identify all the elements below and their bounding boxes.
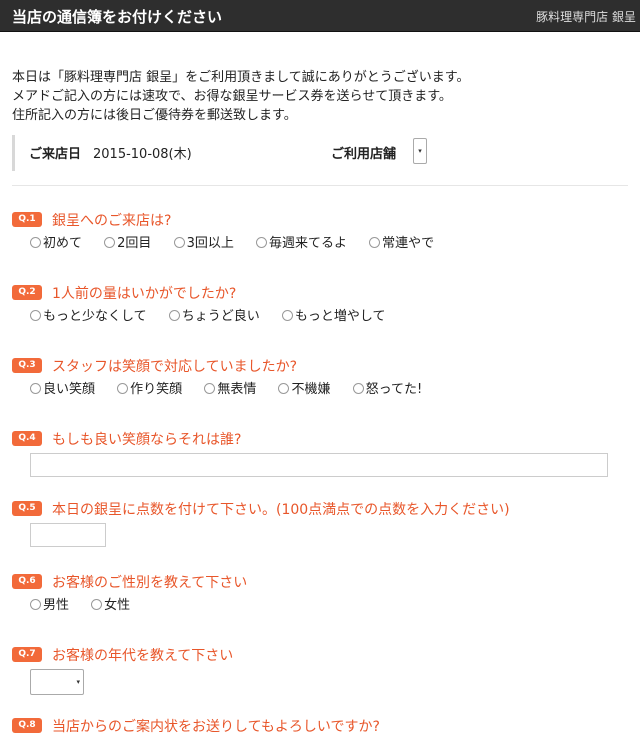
radio-option[interactable]: 無表情 <box>204 378 256 397</box>
radio-option[interactable]: 不機嫌 <box>278 378 330 397</box>
shop-name: 豚料理専門店 銀呈 <box>536 10 636 24</box>
chevron-down-icon: ▾ <box>76 678 80 686</box>
radio-option[interactable]: 男性 <box>30 594 69 613</box>
page-title: 当店の通信簿をお付けください <box>12 8 223 26</box>
question-badge: Q.5 <box>12 501 42 516</box>
radio-icon[interactable] <box>278 383 290 394</box>
option-label: 無表情 <box>217 382 257 397</box>
radio-icon[interactable] <box>91 599 103 610</box>
radio-icon[interactable] <box>281 310 293 321</box>
radio-option[interactable]: もっと増やして <box>281 305 386 324</box>
smile-staff-input[interactable] <box>30 453 608 477</box>
option-label: もっと少なくして <box>43 309 147 324</box>
option-label: 常連やで <box>382 236 435 251</box>
question-badge: Q.2 <box>12 285 42 300</box>
radio-option[interactable]: 2回目 <box>104 232 151 251</box>
question-badge: Q.8 <box>12 718 42 733</box>
question-text: 本日の銀呈に点数を付けて下さい。(100点満点での点数を入力ください) <box>52 502 510 518</box>
question-badge: Q.4 <box>12 431 42 446</box>
radio-icon[interactable] <box>369 237 381 248</box>
store-select[interactable]: ▾ <box>413 138 427 164</box>
option-label: 怒ってた! <box>365 382 423 397</box>
radio-icon[interactable] <box>30 383 41 394</box>
option-label: 作り笑顔 <box>130 382 183 397</box>
radio-option[interactable]: もっと少なくして <box>30 305 147 324</box>
option-label: 不機嫌 <box>291 382 331 397</box>
radio-icon[interactable] <box>256 237 267 248</box>
question-badge: Q.3 <box>12 358 42 373</box>
intro-line: 本日は「豚料理専門店 銀呈」をご利用頂きまして誠にありがとうございます。 <box>12 70 470 85</box>
radio-icon[interactable] <box>117 383 129 394</box>
question-text: 1人前の量はいかがでしたか? <box>52 286 237 302</box>
question-options: もっと少なくして ちょうど良い もっと増やして <box>30 305 404 324</box>
option-label: ちょうど良い <box>181 309 260 324</box>
radio-icon[interactable] <box>168 310 180 321</box>
visit-info: ご来店日 2015-10-08(木) ご利用店舗 ▾ <box>12 135 612 171</box>
radio-option[interactable]: 良い笑顔 <box>30 378 95 397</box>
radio-icon[interactable] <box>352 383 364 394</box>
question-text: お客様のご性別を教えて下さい <box>52 575 248 591</box>
divider <box>12 185 628 186</box>
header-bar: 当店の通信簿をお付けください 豚料理専門店 銀呈 <box>0 0 640 32</box>
radio-option[interactable]: 常連やで <box>369 232 434 251</box>
option-label: 初めて <box>43 236 83 251</box>
option-label: 2回目 <box>117 236 152 251</box>
radio-icon[interactable] <box>173 237 185 248</box>
radio-icon[interactable] <box>30 599 41 610</box>
option-label: 良い笑顔 <box>43 382 96 397</box>
radio-icon[interactable] <box>204 383 216 394</box>
radio-icon[interactable] <box>30 237 41 248</box>
radio-option[interactable]: 初めて <box>30 232 82 251</box>
radio-option[interactable]: 怒ってた! <box>352 378 423 397</box>
visit-date-label: ご来店日 <box>29 147 82 162</box>
radio-option[interactable]: 女性 <box>91 594 130 613</box>
question-options: 男性 女性 <box>30 594 148 613</box>
question-options: 初めて 2回目 3回以上 毎週来てるよ 常連やで <box>30 232 452 251</box>
score-input[interactable] <box>30 523 106 547</box>
question-text: お客様の年代を教えて下さい <box>52 648 234 664</box>
visit-date-value: 2015-10-08(木) <box>93 147 192 162</box>
option-label: 毎週来てるよ <box>269 236 348 251</box>
option-label: 3回以上 <box>186 236 234 251</box>
radio-option[interactable]: 3回以上 <box>173 232 234 251</box>
option-label: 女性 <box>104 598 131 613</box>
intro-line: 住所記入の方には後日ご優待券を郵送致します。 <box>12 108 297 123</box>
option-label: もっと増やして <box>294 309 386 324</box>
intro-text: 本日は「豚料理専門店 銀呈」をご利用頂きまして誠にありがとうございます。 メアド… <box>12 68 632 125</box>
radio-option[interactable]: ちょうど良い <box>168 305 260 324</box>
question-text: スタッフは笑顔で対応していましたか? <box>52 359 298 375</box>
question-options: 良い笑顔 作り笑顔 無表情 不機嫌 怒ってた! <box>30 378 440 397</box>
question-text: 銀呈へのご来店は? <box>52 213 172 229</box>
question-badge: Q.1 <box>12 212 42 227</box>
radio-icon[interactable] <box>104 237 116 248</box>
radio-option[interactable]: 毎週来てるよ <box>256 232 347 251</box>
option-label: 男性 <box>43 598 70 613</box>
intro-line: メアドご記入の方には速攻で、お得な銀呈サービス券を送らせて頂きます。 <box>12 89 452 104</box>
question-badge: Q.7 <box>12 647 42 662</box>
question-badge: Q.6 <box>12 574 42 589</box>
radio-option[interactable]: 作り笑顔 <box>117 378 182 397</box>
question-text: もしも良い笑顔ならそれは誰? <box>52 432 242 448</box>
chevron-down-icon: ▾ <box>418 147 422 155</box>
radio-icon[interactable] <box>30 310 41 321</box>
question-text: 当店からのご案内状をお送りしてもよろしいですか? <box>52 719 380 735</box>
store-label: ご利用店舗 <box>331 147 397 162</box>
age-select[interactable]: ▾ <box>30 669 84 695</box>
